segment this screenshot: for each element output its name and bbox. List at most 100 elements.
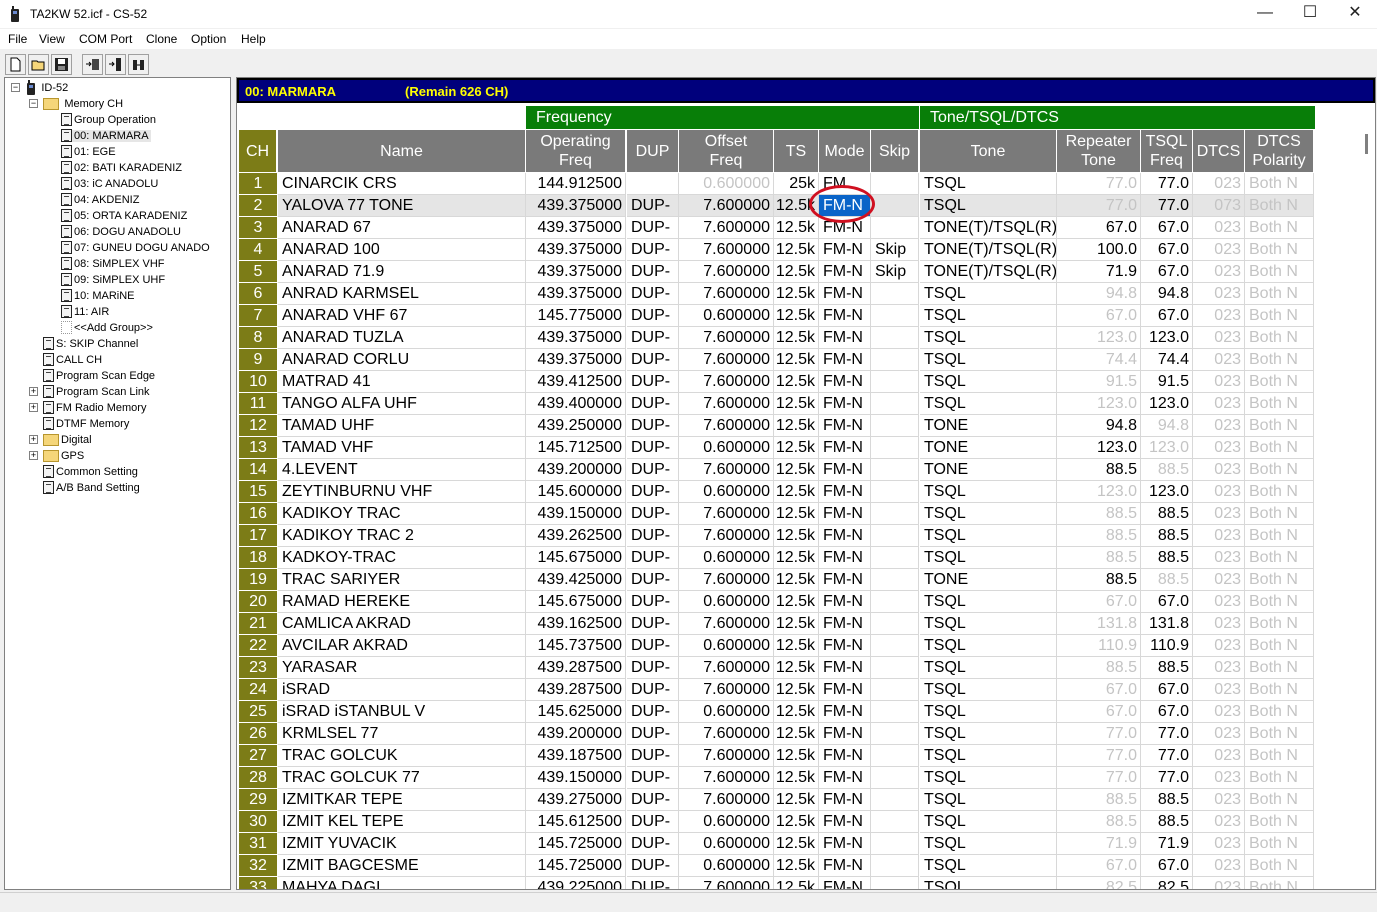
tone-mode-cell[interactable]: TSQL: [920, 591, 1057, 613]
channel-number-cell[interactable]: 9: [239, 349, 277, 371]
channel-number-cell[interactable]: 19: [239, 569, 277, 591]
operating-freq-cell[interactable]: 439.162500: [526, 613, 626, 635]
skip-setting-cell[interactable]: [871, 481, 919, 503]
tree-group-item[interactable]: 00: MARMARA: [61, 128, 151, 144]
tone-mode-cell[interactable]: TSQL: [920, 679, 1057, 701]
operating-freq-cell[interactable]: 439.187500: [526, 745, 626, 767]
mode-setting-cell[interactable]: FM-N: [819, 745, 871, 767]
read-from-radio-button[interactable]: [82, 54, 103, 75]
col-dtcs-header[interactable]: DTCS: [1193, 130, 1245, 172]
channel-number-cell[interactable]: 32: [239, 855, 277, 877]
tuning-step-cell[interactable]: 12.5k: [774, 789, 819, 811]
repeater-tone-cell[interactable]: 77.0: [1057, 745, 1141, 767]
dtcs-code-cell[interactable]: 023: [1193, 371, 1245, 393]
tuning-step-cell[interactable]: 12.5k: [774, 393, 819, 415]
skip-setting-cell[interactable]: [871, 437, 919, 459]
expand-node-icon[interactable]: +: [29, 403, 38, 412]
table-row[interactable]: 17 KADIKOY TRAC 2 439.262500 DUP- 7.600000 12…: [239, 525, 1314, 547]
dup-setting-cell[interactable]: DUP-: [627, 855, 679, 877]
dtcs-polarity-cell[interactable]: Both N: [1245, 173, 1314, 195]
channel-name-cell[interactable]: RAMAD HEREKE: [278, 591, 526, 613]
channel-name-cell[interactable]: iSRAD: [278, 679, 526, 701]
offset-freq-cell[interactable]: 7.600000: [679, 283, 774, 305]
tree-group-item[interactable]: 10: MARiNE: [61, 288, 137, 304]
channel-name-cell[interactable]: ANRAD KARMSEL: [278, 283, 526, 305]
mode-setting-cell[interactable]: FM-N: [819, 283, 871, 305]
dtcs-polarity-cell[interactable]: Both N: [1245, 305, 1314, 327]
repeater-tone-cell[interactable]: 110.9: [1057, 635, 1141, 657]
tree-group-item[interactable]: <<Add Group>>: [61, 320, 155, 336]
mode-setting-cell[interactable]: FM-N: [819, 723, 871, 745]
skip-setting-cell[interactable]: [871, 723, 919, 745]
col-skip-header[interactable]: Skip: [871, 130, 919, 172]
dtcs-code-cell[interactable]: 023: [1193, 701, 1245, 723]
offset-freq-cell[interactable]: 7.600000: [679, 349, 774, 371]
dtcs-polarity-cell[interactable]: Both N: [1245, 591, 1314, 613]
mode-setting-cell[interactable]: FM-N: [819, 437, 871, 459]
dtcs-polarity-cell[interactable]: Both N: [1245, 459, 1314, 481]
dtcs-polarity-cell[interactable]: Both N: [1245, 547, 1314, 569]
dup-setting-cell[interactable]: DUP-: [627, 371, 679, 393]
tone-mode-cell[interactable]: TONE(T)/TSQL(R): [920, 217, 1057, 239]
tuning-step-cell[interactable]: 12.5k: [774, 327, 819, 349]
tuning-step-cell[interactable]: 12.5k: [774, 283, 819, 305]
operating-freq-cell[interactable]: 439.375000: [526, 261, 626, 283]
skip-setting-cell[interactable]: [871, 767, 919, 789]
table-row[interactable]: 27 TRAC GOLCUK 439.187500 DUP- 7.600000 12.5k…: [239, 745, 1314, 767]
tree-group-item[interactable]: Group Operation: [61, 112, 158, 128]
tsql-freq-cell[interactable]: 67.0: [1141, 261, 1193, 283]
dup-setting-cell[interactable]: DUP-: [627, 525, 679, 547]
offset-freq-cell[interactable]: 7.600000: [679, 195, 774, 217]
col-mode-header[interactable]: Mode: [819, 130, 871, 172]
dtcs-polarity-cell[interactable]: Both N: [1245, 855, 1314, 877]
dtcs-polarity-cell[interactable]: Both N: [1245, 811, 1314, 833]
tsql-freq-cell[interactable]: 110.9: [1141, 635, 1193, 657]
skip-setting-cell[interactable]: Skip: [871, 261, 919, 283]
dtcs-code-cell[interactable]: 023: [1193, 459, 1245, 481]
offset-freq-cell[interactable]: 7.600000: [679, 415, 774, 437]
channel-number-cell[interactable]: 24: [239, 679, 277, 701]
tree-item[interactable]: GPS: [43, 448, 86, 464]
channel-number-cell[interactable]: 29: [239, 789, 277, 811]
offset-freq-cell[interactable]: 7.600000: [679, 217, 774, 239]
channel-number-cell[interactable]: 23: [239, 657, 277, 679]
dtcs-code-cell[interactable]: 023: [1193, 679, 1245, 701]
repeater-tone-cell[interactable]: 71.9: [1057, 261, 1141, 283]
offset-freq-cell[interactable]: 0.600000: [679, 305, 774, 327]
channel-name-cell[interactable]: IZMIT BAGCESME: [278, 855, 526, 877]
tsql-freq-cell[interactable]: 71.9: [1141, 833, 1193, 855]
dtcs-code-cell[interactable]: 023: [1193, 503, 1245, 525]
mode-setting-cell[interactable]: FM-N: [819, 327, 871, 349]
tsql-freq-cell[interactable]: 77.0: [1141, 745, 1193, 767]
collapse-memory-ch-icon[interactable]: −: [29, 99, 38, 108]
tone-mode-cell[interactable]: TSQL: [920, 745, 1057, 767]
table-row[interactable]: 3 ANARAD 67 439.375000 DUP- 7.600000 12.5k FM-…: [239, 217, 1314, 239]
tone-mode-cell[interactable]: TSQL: [920, 503, 1057, 525]
dtcs-polarity-cell[interactable]: Both N: [1245, 569, 1314, 591]
tree-group-item[interactable]: 03: iC ANADOLU: [61, 176, 160, 192]
col-repeater-tone-header[interactable]: Repeater Tone: [1057, 130, 1141, 172]
dup-setting-cell[interactable]: DUP-: [627, 481, 679, 503]
mode-setting-cell[interactable]: FM-N: [819, 613, 871, 635]
dup-setting-cell[interactable]: [627, 173, 679, 195]
dup-setting-cell[interactable]: DUP-: [627, 217, 679, 239]
tuning-step-cell[interactable]: 12.5k: [774, 833, 819, 855]
tone-mode-cell[interactable]: TONE(T)/TSQL(R): [920, 239, 1057, 261]
repeater-tone-cell[interactable]: 88.5: [1057, 811, 1141, 833]
tone-mode-cell[interactable]: TONE: [920, 459, 1057, 481]
channel-number-cell[interactable]: 10: [239, 371, 277, 393]
tuning-step-cell[interactable]: 12.5k: [774, 635, 819, 657]
tuning-step-cell[interactable]: 12.5k: [774, 481, 819, 503]
skip-setting-cell[interactable]: [871, 811, 919, 833]
offset-freq-cell[interactable]: 0.600000: [679, 811, 774, 833]
channel-name-cell[interactable]: IZMIT KEL TEPE: [278, 811, 526, 833]
dtcs-polarity-cell[interactable]: Both N: [1245, 701, 1314, 723]
mode-setting-cell[interactable]: FM-N: [819, 569, 871, 591]
channel-number-cell[interactable]: 21: [239, 613, 277, 635]
offset-freq-cell[interactable]: 7.600000: [679, 877, 774, 889]
channel-name-cell[interactable]: TRAC GOLCUK: [278, 745, 526, 767]
offset-freq-cell[interactable]: 0.600000: [679, 591, 774, 613]
repeater-tone-cell[interactable]: 94.8: [1057, 415, 1141, 437]
offset-freq-cell[interactable]: 7.600000: [679, 657, 774, 679]
tsql-freq-cell[interactable]: 67.0: [1141, 239, 1193, 261]
